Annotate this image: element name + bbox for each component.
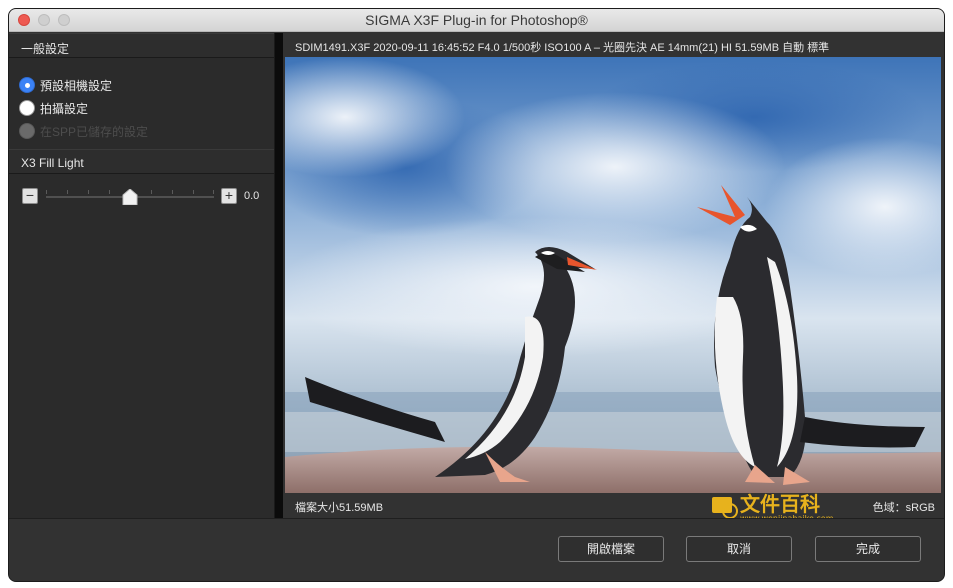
slider-tick <box>193 190 194 194</box>
radio-camera-default[interactable]: 預設相機設定 <box>19 76 112 94</box>
slider-tick <box>109 190 110 194</box>
plugin-window: SIGMA X3F Plug-in for Photoshop® 一般設定 預設… <box>8 8 945 582</box>
dialog-button-bar: 開啟檔案 取消 完成 <box>9 518 944 581</box>
settings-panel: 一般設定 預設相機設定 拍攝設定 在SPP已儲存的設定 X3 Fill Ligh… <box>9 33 275 518</box>
cancel-button[interactable]: 取消 <box>686 536 792 562</box>
done-button[interactable]: 完成 <box>815 536 921 562</box>
color-space-text: 色域：sRGB <box>872 502 935 514</box>
radio-button-disabled <box>19 123 35 139</box>
fill-light-slider-thumb[interactable] <box>122 189 138 205</box>
slider-tick <box>67 190 68 194</box>
title-bar: SIGMA X3F Plug-in for Photoshop® <box>9 9 944 32</box>
panel-divider <box>275 33 283 518</box>
radio-shooting-settings[interactable]: 拍攝設定 <box>19 99 88 117</box>
radio-button[interactable] <box>19 100 35 116</box>
slider-tick <box>213 190 214 194</box>
radio-button-checked[interactable] <box>19 77 35 93</box>
radio-label: 預設相機設定 <box>40 78 113 93</box>
general-settings-header: 一般設定 <box>9 33 274 58</box>
fill-light-decrease-button[interactable]: − <box>22 188 38 204</box>
slider-tick <box>46 190 47 194</box>
image-preview <box>285 57 941 493</box>
slider-tick <box>172 190 173 194</box>
image-status-bar: 檔案大小51.59MB 文件百科 www.wenjinabaike.com 色域… <box>283 492 944 523</box>
watermark-text: 文件百科 <box>740 492 820 516</box>
file-size-text: 檔案大小51.59MB <box>295 502 384 514</box>
image-info-bar: SDIM1491.X3F 2020-09-11 16:45:52 F4.0 1/… <box>283 33 944 57</box>
slider-tick <box>151 190 152 194</box>
window-title: SIGMA X3F Plug-in for Photoshop® <box>365 12 588 28</box>
radio-spp-saved-settings: 在SPP已儲存的設定 <box>19 122 148 140</box>
fill-light-slider-row: − + 0.0 <box>22 187 272 205</box>
radio-label: 拍攝設定 <box>40 101 89 116</box>
fill-light-header: X3 Fill Light <box>9 149 274 174</box>
open-file-button[interactable]: 開啟檔案 <box>558 536 664 562</box>
radio-label: 在SPP已儲存的設定 <box>40 124 149 139</box>
slider-tick <box>88 190 89 194</box>
penguin-photo <box>285 57 941 493</box>
fill-light-increase-button[interactable]: + <box>221 188 237 204</box>
fill-light-value: 0.0 <box>244 190 260 202</box>
